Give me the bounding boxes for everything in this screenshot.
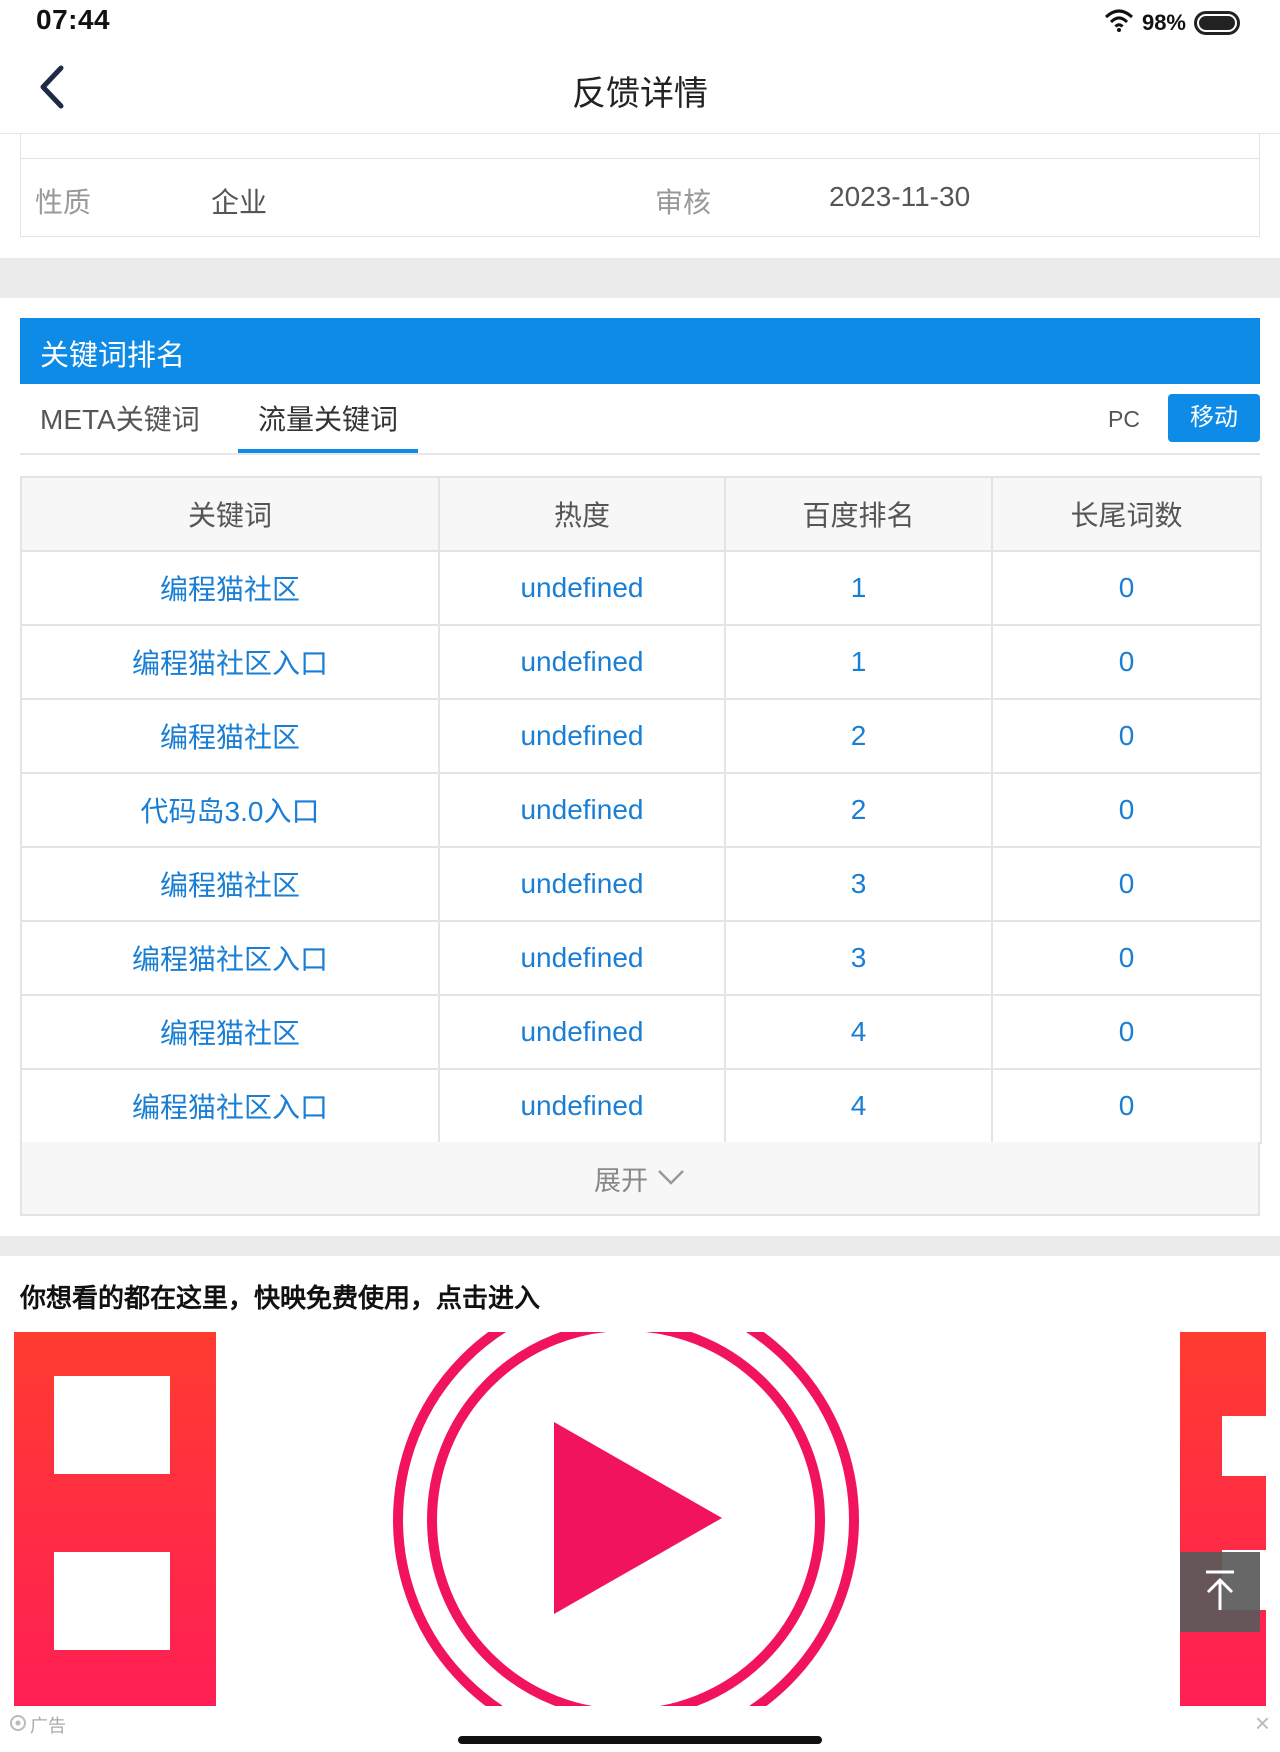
keyword-cell[interactable]: 编程猫社区 [20, 698, 440, 774]
back-to-top-button[interactable] [1180, 1552, 1260, 1632]
table-header-row: 关键词 热度 百度排名 长尾词数 [20, 476, 1262, 552]
table-row[interactable]: 编程猫社区入口 undefined 3 0 [20, 920, 1262, 996]
keyword-table: 关键词 热度 百度排名 长尾词数 编程猫社区 undefined 1 0 编程猫社区入口… [20, 476, 1262, 1144]
table-row[interactable]: 编程猫社区 undefined 3 0 [20, 846, 1262, 922]
keyword-cell[interactable]: 编程猫社区入口 [20, 1068, 440, 1144]
heat-cell[interactable]: undefined [438, 846, 726, 922]
info-panel: 性质 企业 审核 2023-11-30 [20, 134, 1260, 237]
heat-cell[interactable]: undefined [438, 920, 726, 996]
longtail-count-cell[interactable]: 0 [991, 624, 1262, 700]
ad-label-text: 广告 [30, 1716, 66, 1736]
home-indicator [458, 1736, 822, 1744]
baidu-rank-cell[interactable]: 2 [724, 698, 993, 774]
baidu-rank-cell[interactable]: 3 [724, 846, 993, 922]
longtail-count-cell[interactable]: 0 [991, 550, 1262, 626]
ad-label: 广告 [8, 1712, 66, 1738]
baidu-rank-cell[interactable]: 4 [724, 994, 993, 1070]
heat-cell[interactable]: undefined [438, 1068, 726, 1144]
baidu-rank-cell[interactable]: 1 [724, 624, 993, 700]
ad-title[interactable]: 你想看的都在这里，快映免费使用，点击进入 [20, 1278, 540, 1315]
ad-footer: 广告 × [0, 1706, 1280, 1752]
section-divider [0, 1236, 1280, 1256]
longtail-count-cell[interactable]: 0 [991, 846, 1262, 922]
table-row[interactable]: 编程猫社区 undefined 1 0 [20, 550, 1262, 626]
status-time: 07:44 [36, 4, 111, 35]
battery-percent: 98% [1141, 9, 1186, 35]
column-header-longtail-count: 长尾词数 [991, 476, 1262, 552]
back-to-top-icon [1200, 1568, 1240, 1617]
table-row[interactable]: 编程猫社区入口 undefined 1 0 [20, 624, 1262, 700]
keyword-table-body: 编程猫社区 undefined 1 0 编程猫社区入口 undefined 1 0 编程猫社区 u… [20, 550, 1262, 1144]
nav-bar: 反馈详情 [0, 44, 1280, 134]
close-icon[interactable]: × [1255, 1708, 1270, 1739]
page-title: 反馈详情 [572, 75, 708, 113]
tab-traffic-keywords[interactable]: 流量关键词 [258, 398, 398, 438]
review-date: 2023-11-30 [829, 181, 971, 212]
chevron-down-icon [656, 1163, 686, 1194]
device-mobile-button[interactable]: 移动 [1168, 394, 1260, 442]
longtail-count-cell[interactable]: 0 [991, 920, 1262, 996]
table-row[interactable]: 编程猫社区 undefined 4 0 [20, 994, 1262, 1070]
device-pc-button[interactable]: PC [1108, 406, 1140, 433]
nature-label: 性质 [35, 187, 92, 218]
active-tab-indicator [238, 449, 418, 453]
column-header-baidu-rank: 百度排名 [724, 476, 993, 552]
review-label: 审核 [655, 187, 712, 218]
heat-cell[interactable]: undefined [438, 698, 726, 774]
heat-cell[interactable]: undefined [438, 550, 726, 626]
longtail-count-cell[interactable]: 0 [991, 1068, 1262, 1144]
status-bar: 07:44 98% [0, 0, 1280, 44]
heat-cell[interactable]: undefined [438, 624, 726, 700]
battery-icon [1194, 10, 1240, 35]
column-header-heat: 热度 [438, 476, 726, 552]
keyword-cell[interactable]: 编程猫社区入口 [20, 624, 440, 700]
baidu-rank-cell[interactable]: 1 [724, 550, 993, 626]
keyword-tabs: META关键词 流量关键词 PC 移动 [20, 384, 1260, 455]
section-divider [0, 258, 1280, 298]
longtail-count-cell[interactable]: 0 [991, 772, 1262, 848]
status-icons: 98% [1104, 8, 1240, 37]
nature-value: 企业 [211, 187, 268, 218]
heat-cell[interactable]: undefined [438, 772, 726, 848]
ad-logo-icon [8, 1713, 28, 1738]
longtail-count-cell[interactable]: 0 [991, 994, 1262, 1070]
info-row: 性质 企业 审核 2023-11-30 [21, 158, 1259, 237]
tab-meta-keywords[interactable]: META关键词 [40, 398, 200, 438]
keyword-cell[interactable]: 编程猫社区 [20, 994, 440, 1070]
ad-banner-image[interactable] [14, 1332, 1266, 1706]
heat-cell[interactable]: undefined [438, 994, 726, 1070]
table-row[interactable]: 编程猫社区 undefined 2 0 [20, 698, 1262, 774]
keyword-cell[interactable]: 编程猫社区 [20, 846, 440, 922]
longtail-count-cell[interactable]: 0 [991, 698, 1262, 774]
wifi-icon [1104, 8, 1134, 37]
keyword-cell[interactable]: 代码岛3.0入口 [20, 772, 440, 848]
baidu-rank-cell[interactable]: 3 [724, 920, 993, 996]
baidu-rank-cell[interactable]: 2 [724, 772, 993, 848]
expand-label: 展开 [594, 1165, 648, 1196]
table-row[interactable]: 编程猫社区入口 undefined 4 0 [20, 1068, 1262, 1144]
table-row[interactable]: 代码岛3.0入口 undefined 2 0 [20, 772, 1262, 848]
keyword-cell[interactable]: 编程猫社区入口 [20, 920, 440, 996]
column-header-keyword: 关键词 [20, 476, 440, 552]
keyword-section-header: 关键词排名 [20, 318, 1260, 384]
baidu-rank-cell[interactable]: 4 [724, 1068, 993, 1144]
keyword-cell[interactable]: 编程猫社区 [20, 550, 440, 626]
expand-button[interactable]: 展开 [20, 1142, 1260, 1216]
